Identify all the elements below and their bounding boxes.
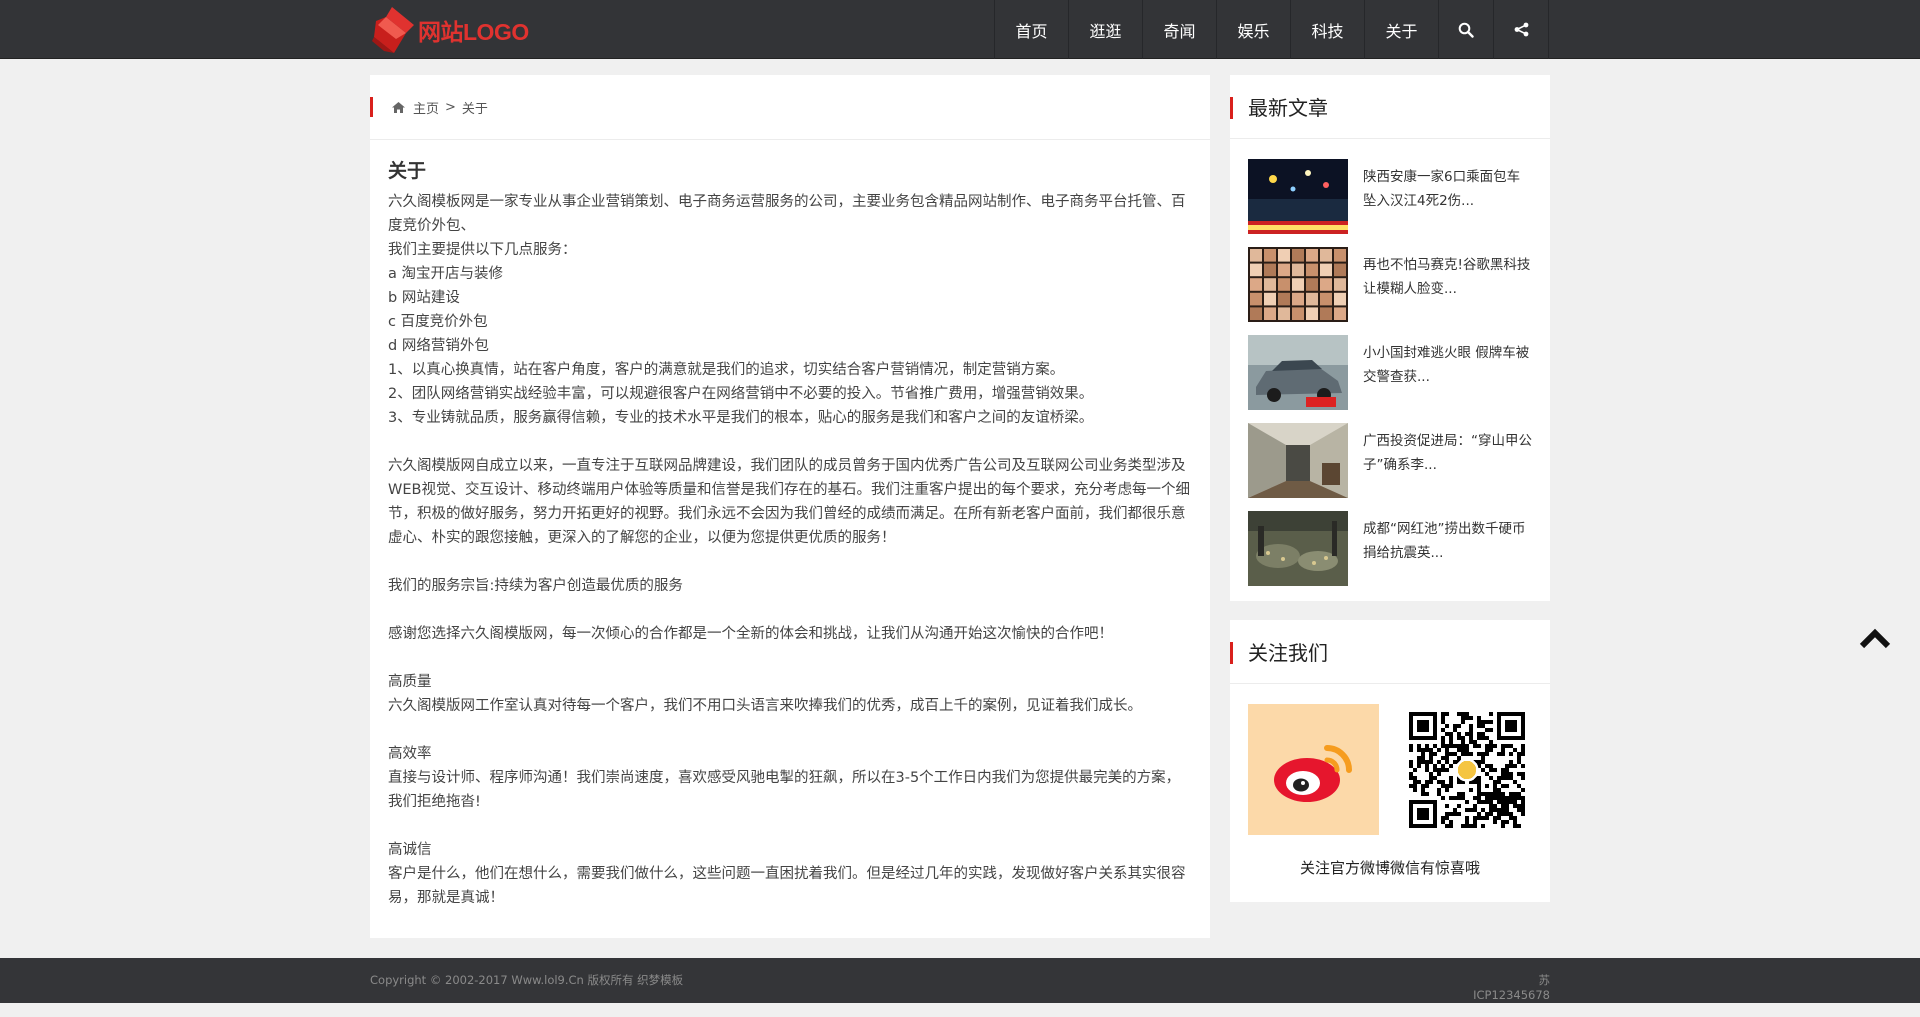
list-item: 小小国封难逃火眼 假牌车被交警查获... xyxy=(1248,335,1532,423)
follow-caption: 关注官方微博微信有惊喜哦 xyxy=(1299,859,1480,877)
footer-icp: 苏ICP12345678 xyxy=(1473,973,1550,1002)
article-paragraph: 高质量 xyxy=(388,674,432,690)
top-navbar: 网站LOGO 首页 逛逛 奇闻 娱乐 科技 关于 xyxy=(0,0,1920,59)
article: 关于 六久阁模板网是一家专业从事企业营销策划、电子商务运营服务的公司，主要业务包… xyxy=(370,140,1210,910)
article-panel: 主页 > 关于 关于 六久阁模板网是一家专业从事企业营销策划、电子商务运营服务的… xyxy=(370,75,1210,938)
search-icon xyxy=(1458,22,1474,38)
article-spacer xyxy=(388,718,1192,742)
article-paragraph: 我们主要提供以下几点服务： xyxy=(388,242,577,258)
breadcrumb: 主页 > 关于 xyxy=(370,75,1210,140)
article-spacer xyxy=(388,814,1192,838)
article-paragraph: a 淘宝开店与装修 xyxy=(388,266,503,282)
list-item: 陕西安康一家6口乘面包车坠入汉江4死2伤... xyxy=(1248,159,1532,247)
latest-articles-widget: 最新文章 陕西安康一家6口乘面包车坠入汉江4死2伤... 再也不怕马赛克!谷歌黑… xyxy=(1230,75,1550,601)
article-paragraph: c 百度竞价外包 xyxy=(388,314,488,330)
logo-mark-icon xyxy=(370,5,416,55)
news-title[interactable]: 广西投资促进局：“穿山甲公子”确系李... xyxy=(1363,429,1532,511)
share-icon xyxy=(1514,22,1528,37)
home-icon xyxy=(392,101,405,113)
footer: Copyright © 2002-2017 Www.lol9.Cn 版权所有 织… xyxy=(0,958,1920,1003)
list-item: 成都“网红池”捞出数千硬币 捐给抗震英... xyxy=(1248,511,1532,599)
nav-item-about[interactable]: 关于 xyxy=(1365,0,1439,59)
latest-articles-title: 最新文章 xyxy=(1230,75,1550,139)
article-spacer xyxy=(388,598,1192,622)
nav-item-home[interactable]: 首页 xyxy=(995,0,1069,59)
nav-item-browse[interactable]: 逛逛 xyxy=(1069,0,1143,59)
nav-item-oddities[interactable]: 奇闻 xyxy=(1143,0,1217,59)
breadcrumb-separator: > xyxy=(445,99,456,115)
list-item: 再也不怕马赛克!谷歌黑科技让模糊人脸变... xyxy=(1248,247,1532,335)
article-paragraph: 2、团队网络营销实战经验丰富，可以规避很客户在网络营销中不必要的投入。节省推广费… xyxy=(388,386,1094,402)
article-paragraph: 六久阁模版网工作室认真对待每一个客户，我们不用口头语言来吹捧我们的优秀，成百上千… xyxy=(388,698,1142,714)
face-grid-thumbnail[interactable] xyxy=(1248,247,1348,322)
coin-pool-thumbnail[interactable] xyxy=(1248,511,1348,586)
breadcrumb-home-link[interactable]: 主页 xyxy=(413,98,439,117)
footer-copyright: Copyright © 2002-2017 Www.lol9.Cn 版权所有 织… xyxy=(370,973,684,987)
logo-text: 网站LOGO xyxy=(418,18,529,45)
article-title: 关于 xyxy=(388,160,427,182)
follow-links xyxy=(1230,684,1550,835)
breadcrumb-current-link[interactable]: 关于 xyxy=(462,98,488,117)
article-paragraph: b 网站建设 xyxy=(388,290,460,306)
article-body: 六久阁模板网是一家专业从事企业营销策划、电子商务运营服务的公司，主要业务包含精品… xyxy=(388,190,1192,910)
main-nav: 首页 逛逛 奇闻 娱乐 科技 关于 xyxy=(994,0,1549,59)
article-paragraph: 感谢您选择六久阁模版网，每一次倾心的合作都是一个全新的体会和挑战，让我们从沟通开… xyxy=(388,626,1113,642)
latest-articles-list: 陕西安康一家6口乘面包车坠入汉江4死2伤... 再也不怕马赛克!谷歌黑科技让模糊… xyxy=(1230,139,1550,599)
article-spacer xyxy=(388,550,1192,574)
follow-us-widget: 关注我们 关注官方微博微信有惊喜哦 xyxy=(1230,620,1550,902)
article-paragraph: 客户是什么，他们在想什么，需要我们做什么，这些问题一直困扰着我们。但是经过几年的… xyxy=(388,866,1186,906)
article-paragraph: 1、以真心换真情，站在客户角度，客户的满意就是我们的追求，切实结合客户营销情况，… xyxy=(388,362,1065,378)
article-paragraph: 六久阁模板网是一家专业从事企业营销策划、电子商务运营服务的公司，主要业务包含精品… xyxy=(388,194,1186,234)
article-spacer xyxy=(388,430,1192,454)
article-paragraph: 六久阁模版网自成立以来，一直专注于互联网品牌建设，我们团队的成员曾务于国内优秀广… xyxy=(388,458,1190,546)
article-paragraph: 高诚信 xyxy=(388,842,432,858)
follow-us-title: 关注我们 xyxy=(1230,620,1550,684)
article-paragraph: 高效率 xyxy=(388,746,432,762)
article-paragraph: 3、专业铸就品质，服务赢得信赖，专业的技术水平是我们的根本，贴心的服务是我们和客… xyxy=(388,410,1094,426)
news-title[interactable]: 小小国封难逃火眼 假牌车被交警查获... xyxy=(1363,341,1532,423)
wechat-qr-code xyxy=(1401,704,1532,835)
article-paragraph: d 网络营销外包 xyxy=(388,338,489,354)
site-logo[interactable]: 网站LOGO xyxy=(370,0,529,59)
grey-car-thumbnail[interactable] xyxy=(1248,335,1348,410)
back-to-top-button[interactable] xyxy=(1858,628,1892,650)
corridor-thumbnail[interactable] xyxy=(1248,423,1348,498)
news-title[interactable]: 再也不怕马赛克!谷歌黑科技让模糊人脸变... xyxy=(1363,253,1532,335)
nav-item-tech[interactable]: 科技 xyxy=(1291,0,1365,59)
search-button[interactable] xyxy=(1439,0,1494,59)
chevron-up-icon xyxy=(1859,628,1891,649)
article-paragraph: 我们的服务宗旨:持续为客户创造最优质的服务 xyxy=(388,578,683,594)
weibo-link[interactable] xyxy=(1248,704,1379,835)
nav-item-entertainment[interactable]: 娱乐 xyxy=(1217,0,1291,59)
article-paragraph: 直接与设计师、程序师沟通！我们崇尚速度，喜欢感受风驰电掣的狂飙，所以在3-5个工… xyxy=(388,770,1181,810)
list-item: 广西投资促进局：“穿山甲公子”确系李... xyxy=(1248,423,1532,511)
article-spacer xyxy=(388,646,1192,670)
news-title[interactable]: 陕西安康一家6口乘面包车坠入汉江4死2伤... xyxy=(1363,165,1532,247)
news-title[interactable]: 成都“网红池”捞出数千硬币 捐给抗震英... xyxy=(1363,517,1532,599)
weibo-icon xyxy=(1273,744,1352,802)
share-button[interactable] xyxy=(1494,0,1549,59)
night-rescue-thumbnail[interactable] xyxy=(1248,159,1348,234)
